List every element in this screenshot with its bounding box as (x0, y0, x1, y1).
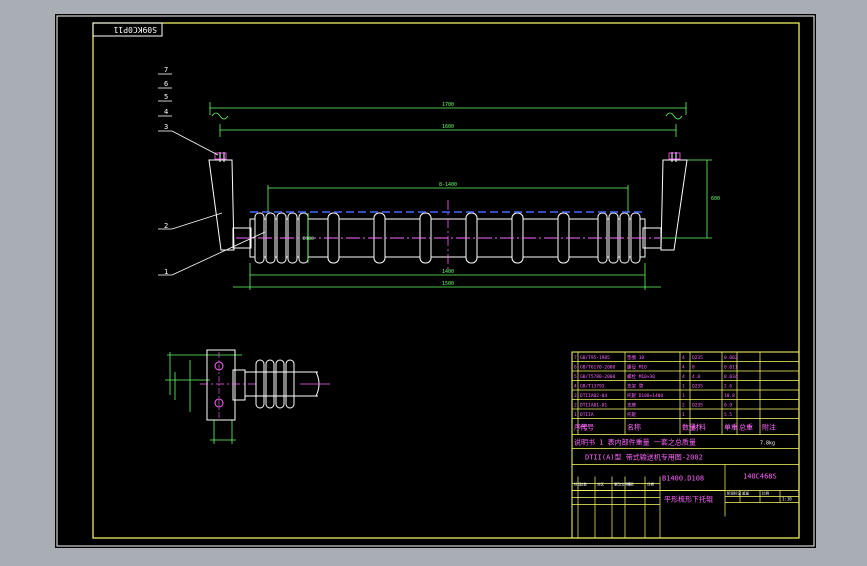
parts-cell: 1 (574, 412, 577, 418)
parts-cell: 4.8 (692, 374, 700, 380)
parts-cell: 垫圈 10 (627, 354, 644, 361)
sign-label: 分区 (597, 482, 605, 487)
header-label: 附注 (762, 423, 776, 432)
parts-cell: DTIIA02-04 (580, 393, 607, 399)
header-label: 总重 (739, 423, 753, 432)
scale-label: 比例 (762, 491, 770, 496)
parts-cell: 1 (682, 412, 685, 418)
parts-cell: 5 (574, 374, 577, 380)
parts-cell: 1 (682, 384, 685, 390)
weight-value: 7.8kg (760, 441, 775, 447)
scale-label: 阶段标记 (727, 491, 741, 496)
header-label: 单重 (724, 423, 738, 432)
parts-cell: 螺母 M10 (627, 364, 647, 371)
parts-cell: 托辊 D108×1400 (627, 392, 663, 399)
dim-bottom-outer-text: 1500 (442, 281, 454, 287)
cad-drawing: S09KC0P11 1700 1600 8-1400 600 D108 1400… (55, 14, 816, 548)
parts-cell: 4 (682, 374, 685, 380)
parts-cell: 2 (682, 403, 685, 409)
parts-cell: GB/T95-1985 (580, 355, 610, 361)
balloon-2: 2 (164, 222, 168, 230)
parts-cell: GB/T5780-2000 (580, 374, 616, 380)
parts-cell: 8 (692, 365, 695, 371)
dim-height-text: 600 (711, 196, 720, 202)
code-left: B1400.D108 (662, 475, 704, 483)
parts-cell: 0.011 (724, 365, 738, 371)
sign-label: 签名 (627, 482, 634, 487)
header-label: 代号 (580, 423, 594, 432)
parts-cell: 螺栓 M10×30 (627, 373, 655, 380)
scale-label: 重量 (742, 491, 750, 496)
dim-inner-text: 1600 (442, 124, 454, 130)
parts-cell: 6 (574, 365, 577, 371)
code-right: 140C468S (743, 473, 777, 481)
balloon-1: 1 (164, 268, 168, 276)
parts-cell: 2 (574, 403, 577, 409)
parts-cell: 4 (682, 355, 685, 361)
parts-cell: DTIIA01-01 (580, 403, 607, 409)
notes-row: 说明书 1 表内部件重量 一套之总质量 (574, 438, 696, 447)
header-label: 名称 (627, 423, 641, 432)
parts-cell: 3 (574, 393, 577, 399)
parts-cell: 0.9 (724, 403, 732, 409)
parts-cell: GB/T13793 (580, 384, 605, 390)
code-box-text: S09KC0P11 (113, 25, 157, 34)
balloon-7: 7 (164, 66, 168, 74)
scale-value: 1:10 (782, 497, 792, 502)
balloon-3: 3 (164, 123, 168, 131)
parts-cell: 0.002 (724, 355, 738, 361)
header-label: 材料 (692, 423, 706, 432)
model-space (55, 14, 816, 548)
parts-cell: Q235 (692, 403, 703, 409)
parts-cell: 托辊 (627, 411, 636, 418)
parts-cell: 5.5 (724, 412, 732, 418)
parts-cell: 7 (574, 355, 577, 361)
parts-cell: 4 (574, 384, 577, 390)
parts-cell: 2.6 (724, 384, 732, 390)
standard-line: DTII(A)型 带式输送机专用图-2002 (585, 453, 703, 462)
parts-cell: DTIIA (580, 412, 594, 418)
parts-cell: Q235 (692, 384, 703, 390)
parts-cell: Q235 (692, 355, 703, 361)
balloon-5: 5 (164, 93, 168, 101)
parts-cell: GB/T6170-2000 (580, 365, 616, 371)
balloon-6: 6 (164, 80, 168, 88)
sign-label: 处数 (580, 482, 588, 487)
parts-cell: 支座 (627, 402, 636, 409)
parts-cell: 10.8 (724, 393, 735, 399)
dim-pipe-text: 8-1400 (439, 182, 457, 188)
parts-cell: 4 (682, 365, 685, 371)
parts-cell: 1 (682, 393, 685, 399)
dim-outer-text: 1700 (442, 102, 454, 108)
parts-cell: 0.034 (724, 374, 738, 380)
parts-cell: 支架 管 (627, 383, 644, 390)
dim-dia-text: D108 (303, 236, 314, 242)
dim-bottom-inner-text: 1400 (442, 269, 454, 275)
drawing-name: 平形梳形下托辊 (664, 495, 713, 504)
cad-viewport: S09KC0P11 1700 1600 8-1400 600 D108 1400… (0, 0, 867, 562)
sign-label: 日期 (647, 482, 655, 487)
balloon-4: 4 (164, 108, 168, 116)
